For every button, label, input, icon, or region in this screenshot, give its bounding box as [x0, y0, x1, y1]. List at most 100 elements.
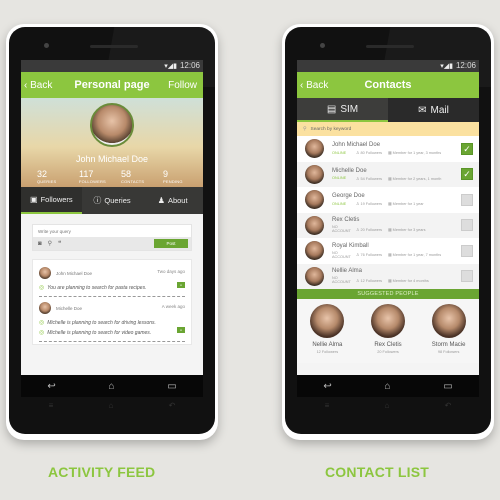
home-key-icon[interactable]: ⌂ [385, 401, 390, 410]
back-nav-icon[interactable]: ↩ [323, 381, 331, 392]
contact-checkbox[interactable] [461, 244, 473, 257]
member-since: ▦ Member for 1 year [388, 202, 424, 207]
signal-icon: ▾◢▮ [164, 63, 177, 70]
stat-pending[interactable]: 9 PENDING [163, 170, 187, 185]
speaker [366, 45, 414, 48]
location-icon[interactable]: ⚲ [48, 240, 52, 247]
caption-activity-feed: ACTIVITY FEED [48, 464, 156, 480]
query-icon: ◎ [39, 320, 45, 326]
tab-label: About [167, 196, 188, 205]
tab-label: Followers [40, 195, 73, 204]
camera [44, 43, 49, 48]
stat-followers[interactable]: 117 FOLLOWERS [79, 170, 119, 185]
search-input[interactable]: Search by keyword [311, 127, 352, 132]
comment-icon[interactable]: ▪▪ [177, 327, 185, 333]
home-nav-icon[interactable]: ⌂ [108, 381, 114, 392]
page-title: Contacts [364, 79, 412, 91]
query-composer: Write your query ◙ ⚲ ❝ Post [32, 224, 192, 251]
stat-label: CONTACTS [121, 179, 145, 184]
stat-label: PENDING [163, 179, 183, 184]
suggested-person[interactable]: Rex Cletis 20 Followers [363, 304, 413, 363]
contact-status: NO ACCOUNT [332, 250, 351, 259]
hardware-keys: ≡ ⌂ ↶ [21, 401, 203, 410]
android-nav-bar: ↩ ⌂ ▭ [21, 375, 203, 397]
phone-body: ▾◢▮ 12:06 ‹ Back Personal page Follow Joh… [9, 27, 215, 434]
contact-status: NO ACCOUNT [332, 276, 351, 285]
status-time: 12:06 [179, 61, 200, 70]
search-icon: ⚲ [303, 126, 307, 132]
search-bar[interactable]: ⚲ Search by keyword [297, 122, 479, 136]
back-nav-icon[interactable]: ↩ [47, 381, 55, 392]
contact-name: Michelle Doe [332, 167, 367, 174]
home-key-icon[interactable]: ⌂ [109, 401, 114, 410]
contact-name: Nellie Alma [332, 268, 363, 275]
recent-apps-icon[interactable]: ▭ [167, 381, 176, 392]
tab-followers[interactable]: ▣ Followers [21, 187, 82, 214]
tab-about[interactable]: ♟ About [142, 187, 203, 214]
camera-icon[interactable]: ◙ [38, 241, 42, 247]
menu-key-icon[interactable]: ≡ [49, 401, 54, 410]
avatar [305, 215, 324, 235]
quote-icon[interactable]: ❝ [58, 240, 61, 247]
contact-row[interactable]: Nellie Alma NO ACCOUNT ♙ 12 Followers ▦ Mem… [297, 263, 479, 289]
tab-sim[interactable]: ▤ SIM [297, 98, 388, 122]
source-tabs: ▤ SIM ✉ Mail [297, 98, 479, 122]
tab-label: SIM [340, 103, 359, 115]
contact-row[interactable]: Rex Cletis NO ACCOUNT ♙ 20 Followers ▦ Memb… [297, 212, 479, 238]
recent-apps-icon[interactable]: ▭ [443, 381, 452, 392]
contacts-screen: ▾◢▮ 12:06 ‹ Back Contacts ▤ SIM ✉ Mail ⚲ Sea… [297, 60, 479, 375]
stat-queries[interactable]: 32 QUERIES [37, 169, 77, 185]
back-key-icon[interactable]: ↶ [169, 401, 176, 410]
query-input[interactable]: Write your query [33, 225, 191, 237]
suggested-followers: 12 Followers [316, 350, 339, 354]
contact-checkbox[interactable] [461, 270, 473, 283]
menu-key-icon[interactable]: ≡ [325, 401, 330, 410]
comment-icon[interactable]: ▪▪ [177, 282, 185, 288]
contact-checkbox[interactable]: ✓ [461, 142, 473, 155]
suggested-person[interactable]: Storm Macie 98 Followers [424, 304, 474, 363]
profile-header: John Michael Doe 32 QUERIES 117 FOLLOWERS … [21, 98, 203, 187]
followers-count: ♙ 76 Followers [356, 253, 382, 258]
signal-icon: ▾◢▮ [440, 63, 453, 70]
contact-row[interactable]: Michelle Doe ONLINE ♙ 54 Followers ▦ Member… [297, 161, 479, 187]
member-since: ▦ Member for 3 years [388, 227, 426, 232]
stat-label: QUERIES [37, 179, 57, 184]
contact-row[interactable]: George Doe ONLINE ♙ 19 Followers ▦ Member f… [297, 187, 479, 213]
contact-checkbox[interactable] [461, 219, 473, 232]
contact-checkbox[interactable] [461, 193, 473, 206]
stat-label: FOLLOWERS [79, 179, 106, 184]
status-bar: ▾◢▮ 12:06 [21, 60, 203, 72]
feed-author[interactable]: John Michael Doe [56, 271, 92, 276]
contact-row[interactable]: Royal Kimball NO ACCOUNT ♙ 76 Followers ▦ M… [297, 238, 479, 264]
question-icon: ⓘ [93, 196, 102, 205]
avatar [305, 266, 324, 286]
avatar [310, 304, 345, 338]
post-button[interactable]: Post [154, 239, 188, 248]
contact-status: ONLINE [332, 150, 347, 155]
person-icon: ♟ [157, 196, 165, 205]
tab-mail[interactable]: ✉ Mail [388, 98, 479, 122]
contact-name: Royal Kimball [332, 242, 369, 249]
camera [320, 43, 325, 48]
activity-screen: ▾◢▮ 12:06 ‹ Back Personal page Follow Joh… [21, 60, 203, 375]
tab-queries[interactable]: ⓘ Queries [82, 187, 143, 214]
query-icon: ◎ [39, 285, 45, 291]
feed-text: You are planning to search for pasta rec… [47, 284, 147, 291]
contact-name: Rex Cletis [332, 217, 360, 224]
feed-text: Michelle is planning to search for drivi… [47, 319, 156, 326]
activity-feed-list: John Michael Doe Two days ago ◎ You are p… [32, 259, 192, 345]
contact-status: ONLINE [332, 176, 347, 181]
stat-value: 32 [37, 169, 48, 179]
phone-body: ▾◢▮ 12:06 ‹ Back Contacts ▤ SIM ✉ Mail ⚲ Sea… [285, 27, 491, 434]
home-nav-icon[interactable]: ⌂ [384, 381, 390, 392]
feed-author[interactable]: Michelle Doe [56, 306, 82, 311]
contact-name: John Michael Doe [332, 142, 381, 149]
back-key-icon[interactable]: ↶ [445, 401, 452, 410]
stat-contacts[interactable]: 58 CONTACTS [121, 170, 161, 185]
contact-checkbox[interactable]: ✓ [461, 168, 473, 181]
contact-row[interactable]: John Michael Doe ONLINE ♙ 80 Followers ▦ Me… [297, 136, 479, 162]
status-bar: ▾◢▮ 12:06 [297, 60, 479, 72]
follow-button[interactable]: Follow [168, 80, 197, 91]
profile-tabs: ▣ Followers ⓘ Queries ♟ About [21, 187, 203, 214]
suggested-person[interactable]: Nellie Alma 12 Followers [302, 304, 352, 363]
